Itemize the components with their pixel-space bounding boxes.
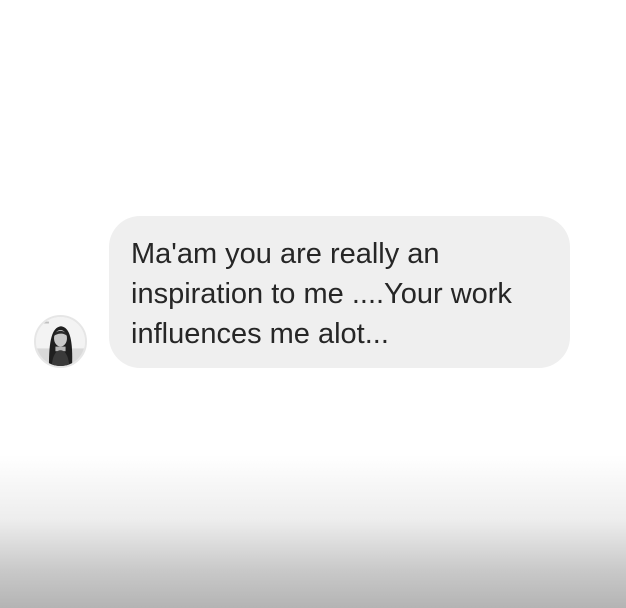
message-text: Ma'am you are really an inspiration to m…	[131, 238, 512, 350]
message-thread: Ma'am you are really an inspiration to m…	[0, 0, 626, 608]
avatar-image	[36, 317, 85, 366]
profile-photo-icon[interactable]	[34, 315, 87, 368]
message-bubble[interactable]: Ma'am you are really an inspiration to m…	[109, 216, 570, 368]
incoming-message[interactable]: Ma'am you are really an inspiration to m…	[34, 216, 574, 370]
